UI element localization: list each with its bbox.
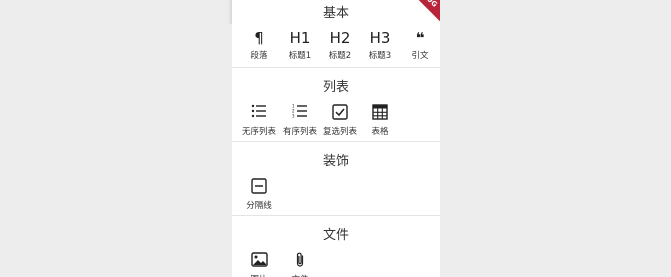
heading3-label: 标题3 bbox=[368, 51, 392, 61]
numbered-list-icon: 1 2 3 bbox=[278, 104, 322, 124]
numbered-list-button[interactable]: 1 2 3 有序列表 bbox=[278, 102, 322, 137]
heading2-button[interactable]: H2 标题2 bbox=[318, 28, 362, 61]
table-label: 表格 bbox=[371, 127, 389, 137]
section-divider bbox=[232, 215, 440, 216]
heading1-label: 标题1 bbox=[288, 51, 312, 61]
checklist-button[interactable]: 复选列表 bbox=[318, 102, 362, 137]
section-divider bbox=[232, 67, 440, 68]
paragraph-button[interactable]: ¶ 段落 bbox=[237, 28, 281, 61]
divider-button[interactable]: 分隔线 bbox=[237, 176, 281, 211]
heading2-label: 标题2 bbox=[328, 51, 352, 61]
heading1-button[interactable]: H1 标题1 bbox=[278, 28, 322, 61]
checkbox-icon bbox=[318, 104, 362, 124]
section-title-decoration: 装饰 bbox=[322, 154, 349, 169]
section-title-file: 文件 bbox=[322, 228, 349, 243]
bulleted-list-button[interactable]: 无序列表 bbox=[237, 102, 281, 137]
section-divider bbox=[232, 141, 440, 142]
divider-label: 分隔线 bbox=[246, 201, 272, 211]
paragraph-icon: ¶ bbox=[254, 29, 264, 47]
numbered-list-label: 有序列表 bbox=[282, 127, 317, 137]
block-insert-panel: BUG 基本 ¶ 段落 H1 标题1 H2 标题2 H3 标题3 ❝ 引文 列表… bbox=[232, 0, 440, 277]
table-icon bbox=[358, 104, 402, 124]
quote-icon: ❝ bbox=[415, 29, 425, 47]
paragraph-label: 段落 bbox=[250, 51, 268, 61]
table-button[interactable]: 表格 bbox=[358, 102, 402, 137]
svg-text:3: 3 bbox=[292, 114, 295, 119]
file-button[interactable]: 文件 bbox=[278, 250, 322, 277]
heading3-icon: H3 bbox=[369, 29, 391, 47]
section-title-basic: 基本 bbox=[322, 6, 349, 21]
section-title-list: 列表 bbox=[322, 80, 349, 95]
image-label: 图片 bbox=[237, 273, 281, 277]
heading2-icon: H2 bbox=[329, 29, 351, 47]
quote-button[interactable]: ❝ 引文 bbox=[398, 28, 440, 61]
bulleted-list-icon bbox=[237, 104, 281, 124]
heading1-icon: H1 bbox=[289, 29, 311, 47]
image-icon bbox=[237, 252, 281, 272]
bulleted-list-label: 无序列表 bbox=[241, 127, 276, 137]
checklist-label: 复选列表 bbox=[322, 127, 357, 137]
heading3-button[interactable]: H3 标题3 bbox=[358, 28, 402, 61]
image-button[interactable]: 图片 bbox=[237, 250, 281, 277]
divider-icon bbox=[237, 178, 281, 198]
file-label: 文件 bbox=[278, 273, 322, 277]
paperclip-icon bbox=[278, 252, 322, 272]
quote-label: 引文 bbox=[411, 51, 429, 61]
